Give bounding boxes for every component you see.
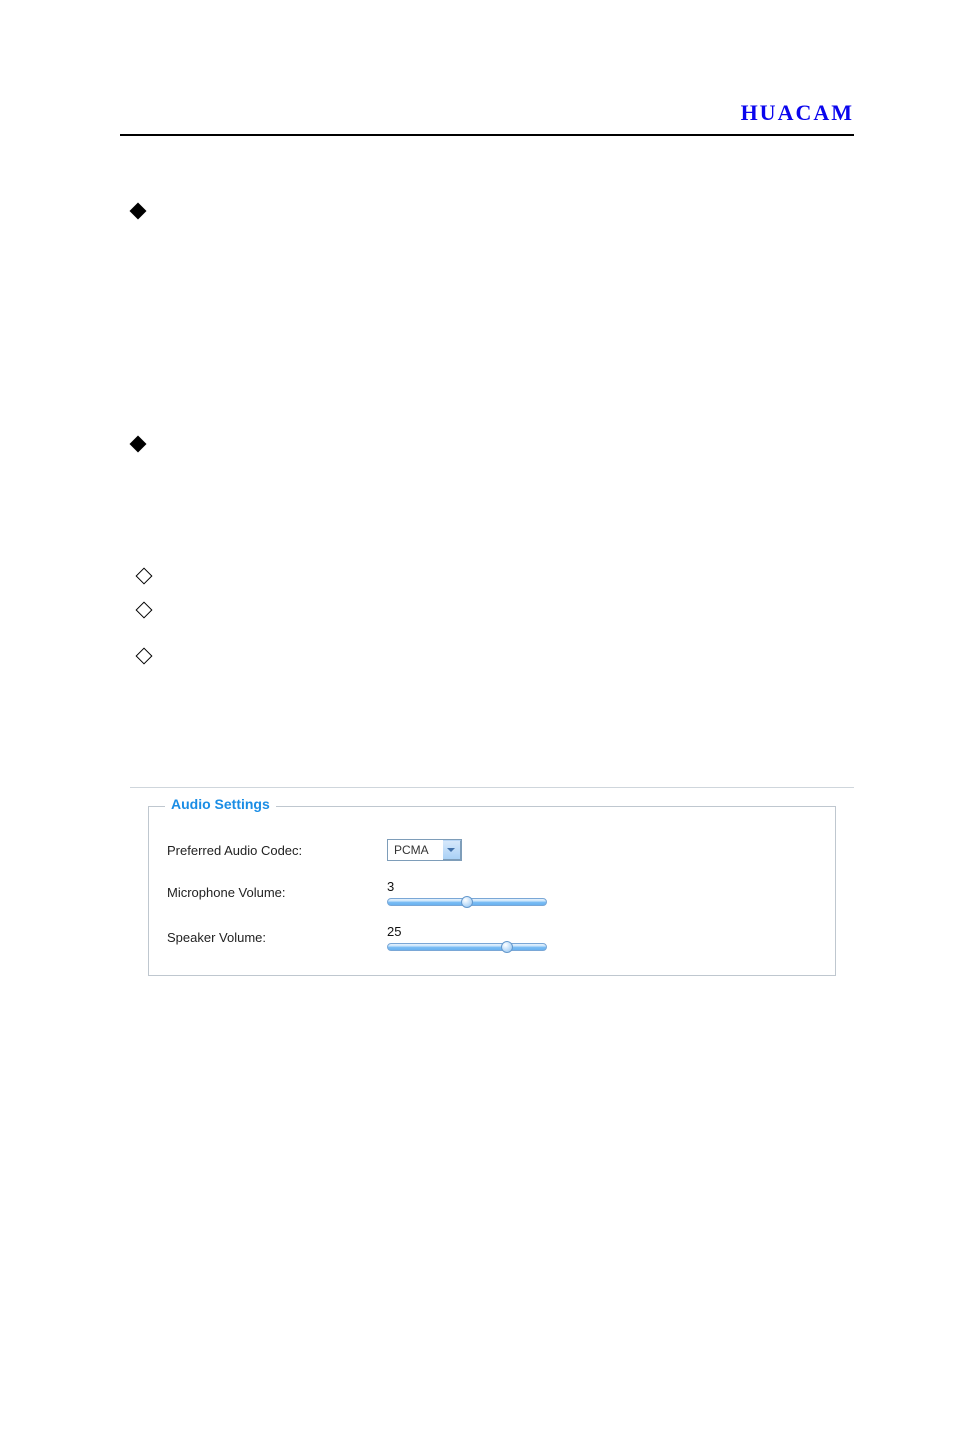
speaker-volume-value: 25	[387, 924, 401, 939]
speaker-volume-slider[interactable]	[387, 943, 547, 951]
audio-settings-outer-frame: Audio Settings Preferred Audio Codec: PC…	[130, 787, 854, 1000]
preferred-audio-codec-value: PCMA	[394, 843, 429, 857]
header-divider	[120, 134, 854, 136]
diamond-outline-icon	[136, 602, 153, 619]
audio-settings-fieldset: Audio Settings Preferred Audio Codec: PC…	[148, 806, 836, 976]
sub-bullet-item-1	[134, 566, 854, 582]
brand-row: HUACAM	[0, 100, 954, 130]
content-area: Audio Settings Preferred Audio Codec: PC…	[0, 144, 954, 1000]
spacer	[130, 662, 854, 757]
microphone-volume-control: 3	[387, 879, 547, 906]
preferred-audio-codec-label: Preferred Audio Codec:	[167, 843, 387, 858]
audio-settings-legend: Audio Settings	[165, 796, 276, 812]
slider-thumb-icon	[461, 896, 473, 908]
slider-thumb-icon	[501, 941, 513, 953]
sub-bullet-item-2	[134, 600, 854, 616]
speaker-volume-row: Speaker Volume: 25	[167, 924, 817, 951]
spacer	[130, 217, 854, 427]
microphone-volume-value: 3	[387, 879, 394, 894]
speaker-volume-label: Speaker Volume:	[167, 930, 387, 945]
spacer	[130, 450, 854, 560]
brand-logo-text: HUACAM	[741, 100, 854, 130]
sub-bullet-item-3	[134, 646, 854, 662]
speaker-volume-control: 25	[387, 924, 547, 951]
microphone-volume-row: Microphone Volume: 3	[167, 879, 817, 906]
microphone-volume-slider[interactable]	[387, 898, 547, 906]
bullet-item-1	[130, 200, 854, 217]
chevron-down-icon	[443, 840, 461, 860]
document-page: HUACAM Audio Settings Preferred Audio Co…	[0, 100, 954, 1451]
preferred-audio-codec-select[interactable]: PCMA	[387, 839, 462, 861]
preferred-audio-codec-row: Preferred Audio Codec: PCMA	[167, 839, 817, 861]
bullet-item-2	[130, 433, 854, 450]
microphone-volume-label: Microphone Volume:	[167, 885, 387, 900]
diamond-outline-icon	[136, 568, 153, 585]
